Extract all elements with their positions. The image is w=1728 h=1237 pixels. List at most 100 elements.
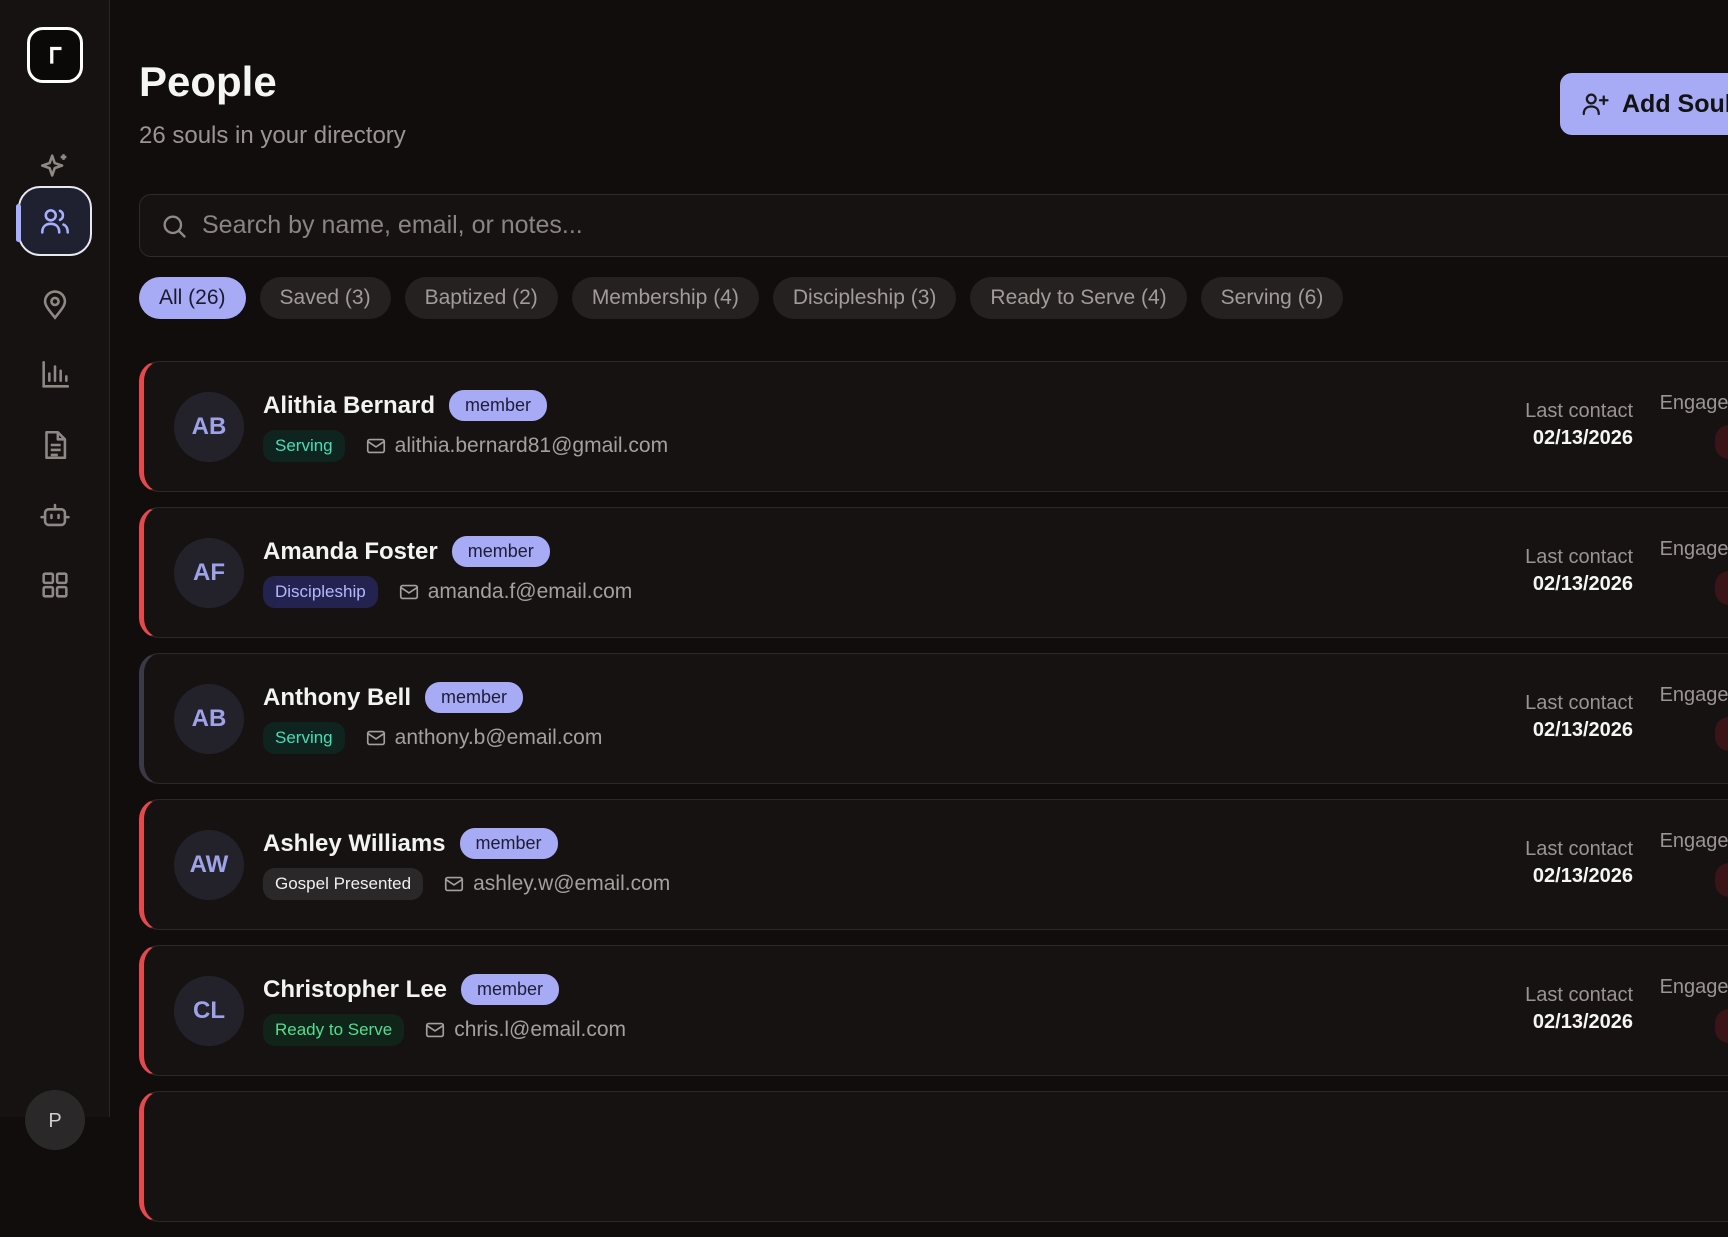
- engagement: Engagement 0%: [1643, 976, 1728, 1043]
- sidebar-item-apps[interactable]: [20, 550, 90, 620]
- last-contact: Last contact 02/13/2026: [1525, 838, 1633, 888]
- engagement-label: Engagement: [1659, 538, 1728, 560]
- person-email[interactable]: anthony.b@email.com: [365, 726, 603, 750]
- filter-ready-to-serve[interactable]: Ready to Serve (4): [970, 277, 1187, 319]
- person-name[interactable]: Amanda Foster: [263, 538, 438, 566]
- person-card[interactable]: AF Amanda Foster member Discipleship ama…: [139, 507, 1728, 638]
- search-icon: [163, 215, 186, 238]
- map-pin-icon: [43, 290, 67, 320]
- stage-badge: Discipleship: [263, 576, 378, 608]
- stage-badge: Serving: [263, 430, 345, 462]
- engagement: Engagement 0%: [1643, 684, 1728, 751]
- last-contact-label: Last contact: [1525, 546, 1633, 568]
- person-card[interactable]: AW Ashley Williams member Gospel Present…: [139, 799, 1728, 930]
- sparkles-icon: [40, 154, 67, 177]
- person-avatar: AF: [174, 538, 244, 608]
- person-email[interactable]: chris.l@email.com: [424, 1018, 626, 1042]
- people-icon: [40, 209, 70, 234]
- filter-serving[interactable]: Serving (6): [1200, 277, 1344, 319]
- sidebar-item-bot[interactable]: [20, 480, 90, 550]
- mail-icon: [399, 584, 418, 600]
- person-card[interactable]: CL Christopher Lee member Ready to Serve…: [139, 945, 1728, 1076]
- filter-discipleship[interactable]: Discipleship (3): [772, 277, 957, 319]
- engagement: Engagement 0%: [1643, 830, 1728, 897]
- last-contact-date: 02/13/2026: [1532, 1011, 1633, 1033]
- role-badge: member: [451, 536, 550, 567]
- engagement-value: 0%: [1714, 425, 1728, 459]
- filter-saved[interactable]: Saved (3): [259, 277, 391, 319]
- app-logo[interactable]: [27, 27, 83, 83]
- engagement: Engagement 0%: [1643, 392, 1728, 459]
- email-text: anthony.b@email.com: [394, 726, 603, 749]
- person-email[interactable]: alithia.bernard81@gmail.com: [365, 434, 668, 458]
- mail-icon: [366, 438, 385, 454]
- sidebar-item-analytics[interactable]: [20, 340, 90, 410]
- user-avatar[interactable]: P: [25, 1090, 85, 1150]
- role-badge: member: [459, 828, 558, 859]
- last-contact-date: 02/13/2026: [1532, 865, 1633, 887]
- last-contact-date: 02/13/2026: [1532, 427, 1633, 449]
- document-icon: [45, 430, 67, 460]
- email-text: amanda.f@email.com: [427, 580, 633, 603]
- sidebar-item-documents[interactable]: [20, 410, 90, 480]
- sidebar: P: [0, 0, 110, 1150]
- people-list: AB Alithia Bernard member Serving alithi…: [139, 361, 1728, 1237]
- bot-icon: [40, 503, 70, 527]
- engagement-value: 0%: [1714, 1009, 1728, 1043]
- last-contact-label: Last contact: [1525, 838, 1633, 860]
- last-contact-label: Last contact: [1525, 400, 1633, 422]
- filter-baptized[interactable]: Baptized (2): [404, 277, 558, 319]
- person-card[interactable]: [139, 1091, 1728, 1222]
- add-soul-button[interactable]: Add Soul: [1560, 73, 1728, 135]
- search-input[interactable]: [202, 211, 1602, 240]
- person-card[interactable]: AB Anthony Bell member Serving anthony.b…: [139, 653, 1728, 784]
- page-subtitle: 26 souls in your directory: [139, 122, 406, 149]
- engagement-label: Engagement: [1659, 392, 1728, 414]
- person-card[interactable]: AB Alithia Bernard member Serving alithi…: [139, 361, 1728, 492]
- person-email[interactable]: amanda.f@email.com: [398, 580, 633, 604]
- person-avatar: CL: [174, 976, 244, 1046]
- person-avatar: AB: [174, 392, 244, 462]
- last-contact: Last contact 02/13/2026: [1525, 984, 1633, 1034]
- mail-icon: [445, 876, 464, 892]
- engagement-value: 0%: [1714, 717, 1728, 751]
- person-name[interactable]: Christopher Lee: [263, 976, 447, 1004]
- last-contact-label: Last contact: [1525, 692, 1633, 714]
- last-contact-date: 02/13/2026: [1532, 719, 1633, 741]
- bar-chart-icon: [42, 360, 70, 388]
- person-name[interactable]: Ashley Williams: [263, 830, 446, 858]
- stage-badge: Ready to Serve: [263, 1014, 405, 1046]
- last-contact-label: Last contact: [1525, 984, 1633, 1006]
- engagement-label: Engagement: [1659, 976, 1728, 998]
- user-plus-icon: [1582, 93, 1609, 116]
- main-content: People 26 souls in your directory Add So…: [139, 0, 1728, 1222]
- engagement: Engagement 0%: [1643, 538, 1728, 605]
- person-name[interactable]: Anthony Bell: [263, 684, 411, 712]
- engagement-value: 0%: [1714, 863, 1728, 897]
- filter-all[interactable]: All (26): [139, 277, 246, 319]
- engagement-label: Engagement: [1659, 830, 1728, 852]
- add-soul-label: Add Soul: [1622, 89, 1728, 118]
- person-email[interactable]: ashley.w@email.com: [443, 872, 670, 896]
- person-name[interactable]: Alithia Bernard: [263, 392, 435, 420]
- mail-icon: [426, 1022, 445, 1038]
- role-badge: member: [425, 682, 524, 713]
- logo-icon: [50, 46, 62, 64]
- search-bar: [139, 194, 1728, 257]
- mail-icon: [366, 730, 385, 746]
- page-title: People: [139, 58, 277, 105]
- sidebar-item-people[interactable]: [16, 186, 92, 256]
- email-text: alithia.bernard81@gmail.com: [394, 434, 669, 457]
- last-contact-date: 02/13/2026: [1532, 573, 1633, 595]
- last-contact: Last contact 02/13/2026: [1525, 692, 1633, 742]
- person-avatar: AW: [174, 830, 244, 900]
- engagement-label: Engagement: [1659, 684, 1728, 706]
- last-contact: Last contact 02/13/2026: [1525, 400, 1633, 450]
- filter-chips: All (26) Saved (3) Baptized (2) Membersh…: [139, 277, 1344, 319]
- role-badge: member: [461, 974, 560, 1005]
- stage-badge: Gospel Presented: [263, 868, 424, 900]
- filter-membership[interactable]: Membership (4): [571, 277, 759, 319]
- sidebar-item-locations[interactable]: [20, 270, 90, 340]
- engagement-value: 0%: [1714, 571, 1728, 605]
- email-text: ashley.w@email.com: [473, 872, 671, 895]
